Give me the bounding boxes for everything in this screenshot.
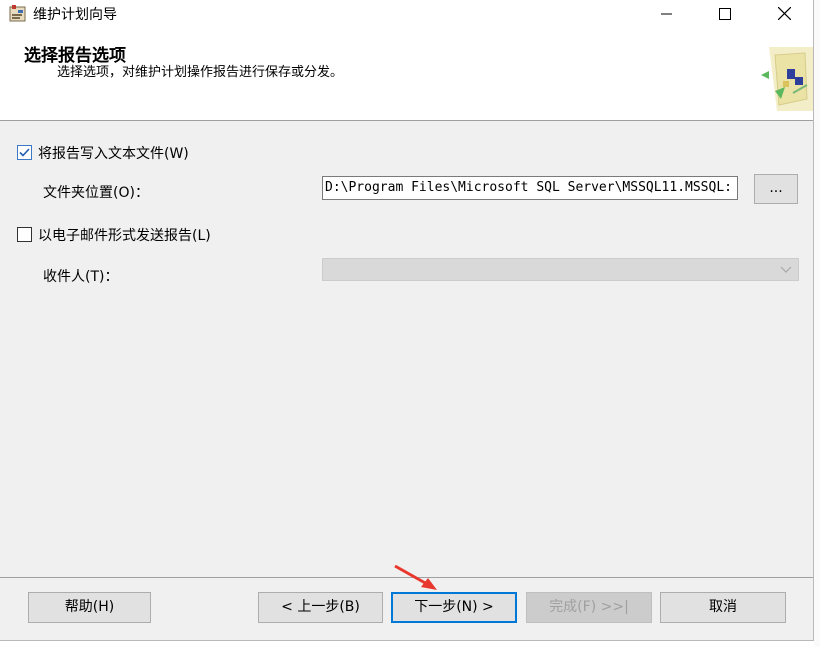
wizard-header: 选择报告选项 选择选项，对维护计划操作报告进行保存或分发。 bbox=[0, 27, 813, 121]
wizard-banner-icon bbox=[761, 47, 813, 111]
background-window-edge bbox=[814, 0, 820, 647]
email-report-checkbox[interactable] bbox=[17, 227, 32, 242]
wizard-app-icon bbox=[9, 5, 26, 22]
checkmark-icon bbox=[19, 148, 30, 157]
page-subtitle: 选择选项，对维护计划操作报告进行保存或分发。 bbox=[57, 65, 344, 80]
maximize-button[interactable] bbox=[696, 0, 754, 27]
cancel-button[interactable]: 取消 bbox=[660, 592, 786, 623]
maintenance-plan-wizard-window: 维护计划向导 选择报告选项 选择选项，对维护计划操作报告进行保存或分发。 将报告… bbox=[0, 0, 814, 641]
write-report-to-file-label[interactable]: 将报告写入文本文件(W) bbox=[38, 143, 189, 163]
chevron-down-icon bbox=[780, 266, 792, 273]
window-title: 维护计划向导 bbox=[33, 7, 117, 23]
folder-location-label: 文件夹位置(O)： bbox=[43, 185, 149, 201]
close-icon bbox=[777, 7, 791, 20]
minimize-button[interactable] bbox=[638, 0, 696, 27]
recipient-dropdown[interactable] bbox=[322, 258, 799, 281]
write-report-to-file-checkbox[interactable] bbox=[17, 145, 32, 160]
maximize-icon bbox=[719, 7, 731, 20]
recipient-label: 收件人(T)： bbox=[43, 269, 119, 285]
email-report-label[interactable]: 以电子邮件形式发送报告(L) bbox=[38, 225, 211, 245]
help-button[interactable]: 帮助(H) bbox=[28, 592, 151, 623]
back-button[interactable]: < 上一步(B) bbox=[258, 592, 383, 623]
minimize-icon bbox=[661, 13, 672, 14]
next-button[interactable]: 下一步(N) > bbox=[391, 592, 517, 623]
annotation-arrow-icon bbox=[394, 564, 437, 590]
finish-button: 完成(F) >>| bbox=[526, 592, 652, 623]
title-bar[interactable]: 维护计划向导 bbox=[0, 0, 813, 27]
folder-location-input[interactable]: D:\Program Files\Microsoft SQL Server\MS… bbox=[322, 176, 738, 200]
close-button[interactable] bbox=[755, 0, 813, 27]
browse-folder-button[interactable]: ... bbox=[754, 174, 798, 204]
